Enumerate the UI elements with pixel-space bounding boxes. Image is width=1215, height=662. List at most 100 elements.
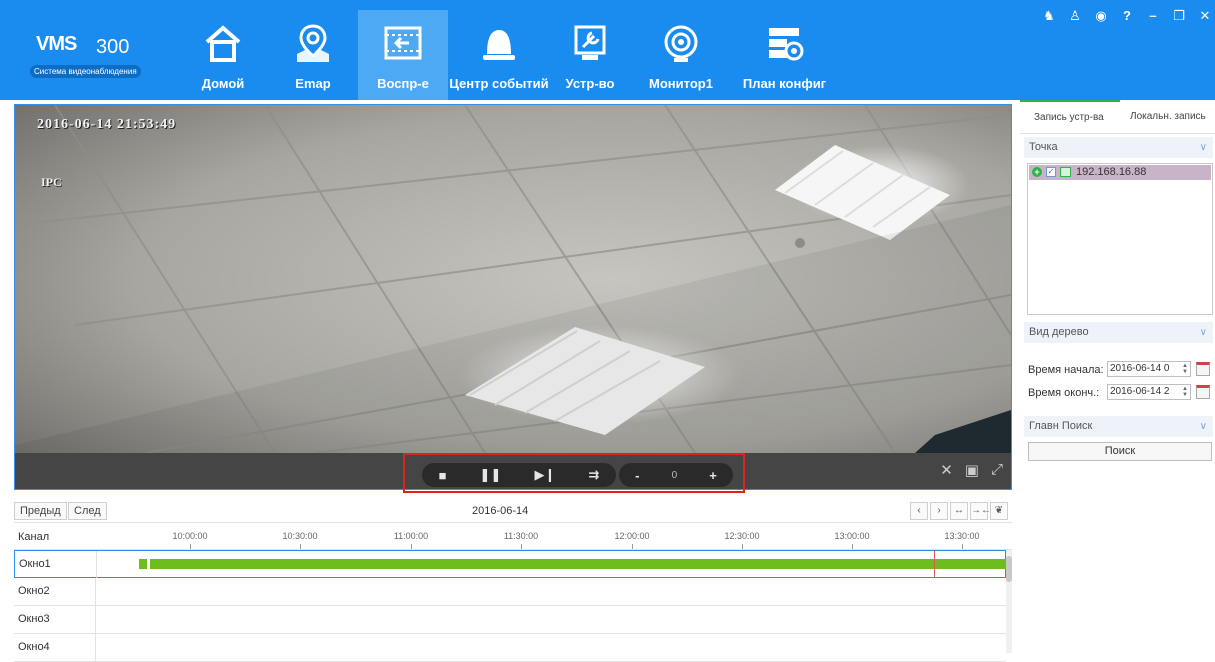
faster-button[interactable]: + — [709, 468, 717, 483]
wrench-icon — [574, 25, 606, 60]
end-time-input[interactable]: 2016-06-14 2 ▲ ▼ — [1107, 384, 1191, 400]
map-pin-icon — [297, 24, 329, 62]
tab-device-record[interactable]: Запись устр-ва — [1020, 100, 1120, 134]
scroll-right-icon[interactable]: › — [930, 502, 948, 520]
playhead-line[interactable] — [934, 550, 935, 577]
nav-monitor-label: Монитор1 — [649, 76, 713, 91]
nav-emap[interactable]: Emap — [268, 10, 358, 100]
playback-control-bar: ■ ❚❚ ▶❙ ⇉ - 0 + ✕ ▣ ⤢ — [15, 453, 1011, 493]
search-button[interactable]: Поиск — [1028, 442, 1212, 461]
device-ip: 192.168.16.88 — [1076, 166, 1147, 178]
time-tick: 13:30:00 — [932, 531, 992, 549]
time-tick: 13:00:00 — [822, 531, 882, 549]
end-calendar-icon[interactable] — [1196, 385, 1210, 399]
home-icon — [205, 25, 241, 62]
timeline-row[interactable]: Окно1 — [14, 550, 1006, 578]
timeline-row[interactable]: Окно2 — [14, 578, 1006, 606]
video-player[interactable]: 2016-06-14 21:53:49 IPC ■ ❚❚ ▶❙ ⇉ - 0 + … — [14, 104, 1012, 493]
main-nav: Домой Emap Воспр-е Центр событий Устр-во… — [178, 10, 837, 100]
end-time-spinner[interactable]: ▲ ▼ — [1181, 386, 1189, 398]
scroll-left-icon[interactable]: ‹ — [910, 502, 928, 520]
logo-number: 300 — [96, 36, 130, 58]
nav-device[interactable]: Устр-во — [550, 10, 630, 100]
nav-home[interactable]: Домой — [178, 10, 268, 100]
step-button[interactable]: ⇉ — [588, 467, 599, 483]
start-calendar-icon[interactable] — [1196, 362, 1210, 376]
main-search-section-header[interactable]: Главн Поиск ∨ — [1024, 416, 1213, 437]
timeline-tools: ‹ › ↔ →← ❦ — [910, 502, 1008, 520]
device-tree-item[interactable]: + ✓ 192.168.16.88 — [1029, 165, 1211, 180]
timeline-scrollbar[interactable] — [1006, 550, 1012, 653]
next-frame-button[interactable]: ▶❙ — [534, 467, 555, 483]
channel-header: Канал — [18, 531, 50, 543]
time-tick: 11:30:00 — [491, 531, 551, 549]
nav-monitor[interactable]: Монитор1 — [630, 10, 732, 100]
row-name: Окно3 — [14, 606, 96, 633]
prev-button[interactable]: Предыд — [14, 502, 67, 520]
help-icon[interactable]: ? — [1121, 8, 1133, 24]
stop-button[interactable]: ■ — [439, 468, 447, 483]
row-name: Окно2 — [14, 578, 96, 605]
chevron-down-icon: ∨ — [1199, 142, 1207, 153]
device-checkbox[interactable]: ✓ — [1046, 167, 1056, 177]
video-tools: ✕ ▣ ⤢ — [940, 461, 1003, 479]
osd-camera-name: IPC — [41, 175, 62, 189]
start-time-label: Время начала: — [1028, 364, 1104, 376]
timeline-header: Предыд След 2016-06-14 ‹ › ↔ →← ❦ — [14, 499, 1012, 523]
osd-timestamp: 2016-06-14 21:53:49 — [37, 117, 177, 132]
schedule-config-icon — [768, 28, 803, 61]
playback-icon — [384, 26, 422, 60]
expand-plus-icon[interactable]: + — [1032, 167, 1042, 177]
camera-device-icon — [1060, 167, 1071, 177]
zoom-in-icon[interactable]: ↔ — [950, 502, 968, 520]
start-time-value: 2016-06-14 0 — [1110, 363, 1170, 374]
nav-schedule-config[interactable]: План конфиг — [732, 10, 837, 100]
snapshot-icon[interactable]: ▣ — [965, 461, 979, 479]
row-name: Окно4 — [14, 634, 96, 661]
tab-local-record[interactable]: Локальн. запись — [1130, 100, 1206, 134]
tshirt-icon[interactable]: ♞ — [1043, 8, 1055, 24]
chevron-down-icon: ∨ — [1199, 421, 1207, 432]
user-icon[interactable]: ♙ — [1069, 8, 1081, 24]
restore-icon[interactable]: ❐ — [1173, 8, 1185, 24]
close-icon[interactable]: ✕ — [1199, 8, 1211, 24]
next-button[interactable]: След — [68, 502, 107, 520]
recording-segment[interactable] — [139, 559, 147, 569]
pin-icon[interactable]: ❦ — [990, 502, 1008, 520]
time-tick: 10:00:00 — [160, 531, 220, 549]
window-controls: ♞ ♙ ◉ ? – ❐ ✕ — [1043, 8, 1211, 24]
start-time-input[interactable]: 2016-06-14 0 ▲ ▼ — [1107, 361, 1191, 377]
lock-icon[interactable]: ◉ — [1095, 8, 1107, 24]
recording-segment[interactable] — [150, 559, 1006, 569]
end-time-label: Время оконч.: — [1028, 387, 1100, 399]
slower-button[interactable]: - — [635, 468, 639, 483]
speed-value: 0 — [671, 469, 678, 481]
nav-home-label: Домой — [201, 76, 245, 91]
time-tick: 12:00:00 — [602, 531, 662, 549]
timeline-row[interactable]: Окно3 — [14, 606, 1006, 634]
minimize-icon[interactable]: – — [1147, 8, 1159, 24]
point-section-header[interactable]: Точка ∨ — [1024, 137, 1213, 158]
search-panel: Запись устр-ва Локальн. запись Точка ∨ +… — [1020, 100, 1215, 653]
tree-view-label: Вид дерево — [1029, 326, 1089, 338]
timeline-date: 2016-06-14 — [472, 505, 529, 517]
device-tree: + ✓ 192.168.16.88 — [1027, 163, 1213, 315]
nav-playback-label: Воспр-е — [377, 76, 429, 91]
fullscreen-icon[interactable]: ⤢ — [991, 461, 1003, 479]
nav-playback[interactable]: Воспр-е — [358, 10, 448, 100]
time-tick: 12:30:00 — [712, 531, 772, 549]
ceiling-video-image — [15, 105, 1011, 453]
start-time-spinner[interactable]: ▲ ▼ — [1181, 363, 1189, 375]
close-video-icon[interactable]: ✕ — [940, 461, 953, 479]
timeline-row[interactable]: Окно4 — [14, 634, 1006, 662]
main-search-label: Главн Поиск — [1029, 420, 1093, 432]
nav-event-center[interactable]: Центр событий — [448, 10, 550, 100]
scrollbar-thumb[interactable] — [1006, 556, 1012, 582]
tree-view-section-header[interactable]: Вид дерево ∨ — [1024, 322, 1213, 343]
pause-button[interactable]: ❚❚ — [480, 467, 502, 483]
end-time-value: 2016-06-14 2 — [1110, 386, 1170, 397]
timeline-ruler: Канал 10:00:00 10:30:00 11:00:00 11:30:0… — [14, 524, 1012, 550]
zoom-out-icon[interactable]: →← — [970, 502, 991, 520]
chevron-down-icon: ∨ — [1199, 327, 1207, 338]
video-frame[interactable]: 2016-06-14 21:53:49 IPC — [15, 105, 1011, 453]
